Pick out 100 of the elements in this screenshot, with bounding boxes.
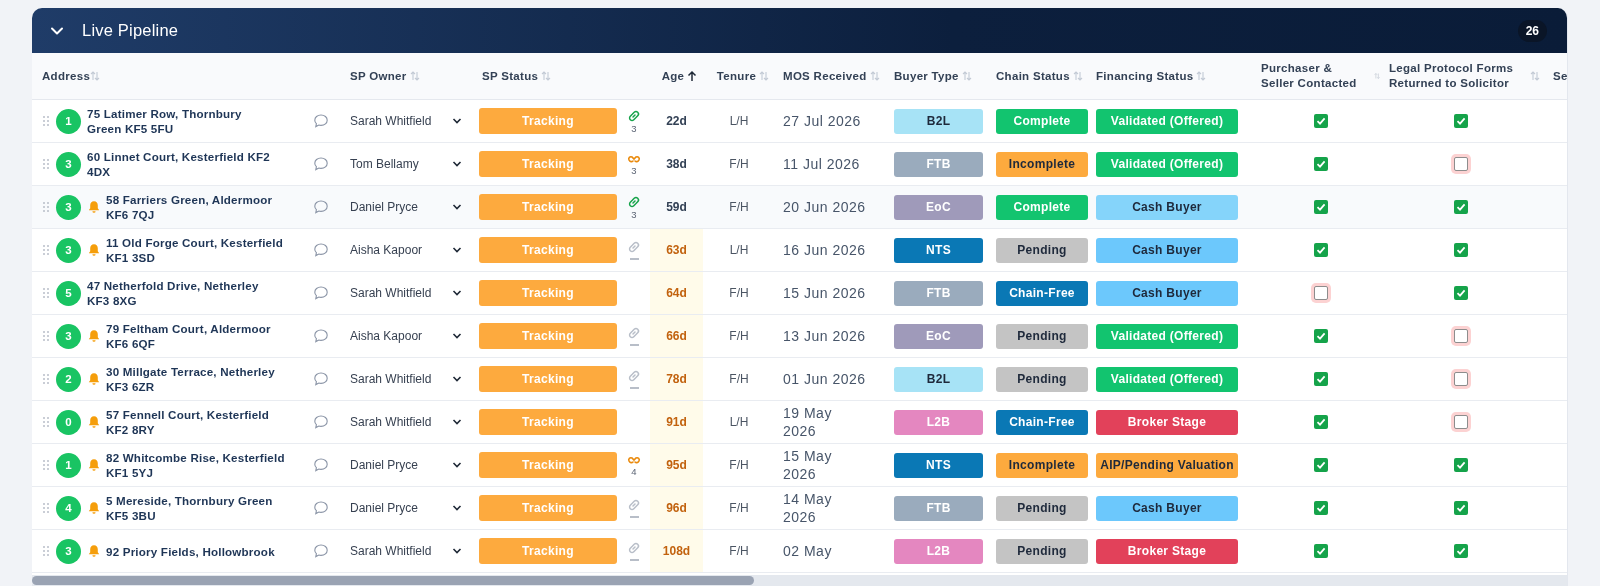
table-row[interactable]: 3 79 Feltham Court, Aldermoor KF6 6QF Aisha Kapoor Tracking 66d F/H 13 Jun 2026 EoC Pending Validated (Offered) <box>32 315 1567 358</box>
link-icon[interactable] <box>627 194 641 209</box>
checkbox[interactable] <box>1313 286 1328 300</box>
table-row[interactable]: 3 92 Priory Fields, Hollowbrook Sarah Whitfield Tracking 108d F/H 02 May L2B Pending Broker Stage <box>32 530 1567 573</box>
table-row[interactable]: 3 58 Farriers Green, Aldermoor KF6 7QJ Daniel Pryce Tracking 3 59d F/H 20 Jun 2026 EoC Complete Cash Buyer <box>32 186 1567 229</box>
checkbox[interactable] <box>1453 458 1468 472</box>
column-header[interactable]: Address <box>42 68 91 84</box>
address-text[interactable]: 92 Priory Fields, Hollowbrook <box>106 543 281 559</box>
sort-icon[interactable] <box>1196 70 1207 82</box>
checkbox[interactable] <box>1313 114 1328 128</box>
address-text[interactable]: 75 Latimer Row, Thornbury Green KF5 5FU <box>87 106 278 136</box>
chevron-icon[interactable] <box>452 245 462 255</box>
financing-status-badge[interactable]: AIP/Pending Valuation <box>1096 452 1238 478</box>
comment-icon[interactable] <box>313 156 329 172</box>
scrollbar-thumb[interactable] <box>32 576 754 585</box>
chain-status-badge[interactable]: Pending <box>996 538 1088 564</box>
drag-handle-icon[interactable] <box>42 416 50 428</box>
comment-icon[interactable] <box>313 457 329 473</box>
column-header[interactable]: Legal Protocol Forms Returned to Solicitor <box>1389 61 1523 91</box>
chain-status-badge[interactable]: Incomplete <box>996 151 1088 177</box>
chevron-icon[interactable] <box>452 503 462 513</box>
column-header[interactable]: Tenure <box>716 68 757 84</box>
chevron-icon[interactable] <box>452 460 462 470</box>
checkbox[interactable] <box>1453 286 1468 300</box>
buyer-type-badge[interactable]: B2L <box>894 108 983 134</box>
address-text[interactable]: 47 Netherfold Drive, Netherley KF3 8XG <box>87 278 278 308</box>
link-icon[interactable] <box>627 326 641 341</box>
address-text[interactable]: 79 Feltham Court, Aldermoor KF6 6QF <box>106 321 297 351</box>
comment-icon[interactable] <box>313 414 329 430</box>
checkbox[interactable] <box>1313 243 1328 257</box>
drag-handle-icon[interactable] <box>42 158 50 170</box>
sort-icon[interactable] <box>1072 70 1083 82</box>
sort-icon[interactable] <box>759 70 770 82</box>
checkbox[interactable] <box>1453 329 1468 343</box>
checkbox[interactable] <box>1453 501 1468 515</box>
owner-select[interactable]: Sarah Whitfield <box>350 114 462 128</box>
link-icon[interactable] <box>627 369 641 384</box>
address-text[interactable]: 82 Whitcombe Rise, Kesterfield KF1 5YJ <box>106 450 297 480</box>
sort-icon[interactable] <box>961 70 972 82</box>
checkbox[interactable] <box>1313 415 1328 429</box>
owner-select[interactable]: Sarah Whitfield <box>350 415 462 429</box>
address-text[interactable]: 30 Millgate Terrace, Netherley KF3 6ZR <box>106 364 297 394</box>
chevron-icon[interactable] <box>452 116 462 126</box>
address-text[interactable]: 11 Old Forge Court, Kesterfield KF1 3SD <box>106 235 297 265</box>
table-row[interactable]: 1 82 Whitcombe Rise, Kesterfield KF1 5YJ Daniel Pryce Tracking 4 95d F/H 15 May 2026 NTS Incomplete AIP/Pending Valuation <box>32 444 1567 487</box>
checkbox[interactable] <box>1313 372 1328 386</box>
buyer-type-badge[interactable]: NTS <box>894 237 983 263</box>
comment-icon[interactable] <box>313 543 329 559</box>
owner-select[interactable]: Sarah Whitfield <box>350 286 462 300</box>
chevron-icon[interactable] <box>452 331 462 341</box>
financing-status-badge[interactable]: Cash Buyer <box>1096 237 1238 263</box>
sort-icon[interactable] <box>409 70 420 82</box>
checkbox[interactable] <box>1453 544 1468 558</box>
chain-status-badge[interactable]: Pending <box>996 495 1088 521</box>
comment-icon[interactable] <box>313 328 329 344</box>
chain-status-badge[interactable]: Pending <box>996 366 1088 392</box>
chevron-icon[interactable] <box>452 417 462 427</box>
chain-status-badge[interactable]: Chain-Free <box>996 280 1088 306</box>
chevron-icon[interactable] <box>452 288 462 298</box>
drag-handle-icon[interactable] <box>42 545 50 557</box>
drag-handle-icon[interactable] <box>42 373 50 385</box>
chain-status-badge[interactable]: Chain-Free <box>996 409 1088 435</box>
sort-ascending-icon[interactable] <box>687 70 698 82</box>
buyer-type-badge[interactable]: NTS <box>894 452 983 478</box>
drag-handle-icon[interactable] <box>42 502 50 514</box>
drag-handle-icon[interactable] <box>42 330 50 342</box>
chain-status-badge[interactable]: Incomplete <box>996 452 1088 478</box>
address-text[interactable]: 60 Linnet Court, Kesterfield KF2 4DX <box>87 149 278 179</box>
table-row[interactable]: 4 5 Mereside, Thornbury Green KF5 3BU Daniel Pryce Tracking 96d F/H 14 May 2026 FTB Pending Cash Buyer <box>32 487 1567 530</box>
comment-icon[interactable] <box>313 500 329 516</box>
buyer-type-badge[interactable]: B2L <box>894 366 983 392</box>
owner-select[interactable]: Daniel Pryce <box>350 501 462 515</box>
checkbox[interactable] <box>1313 157 1328 171</box>
comment-icon[interactable] <box>313 199 329 215</box>
table-row[interactable]: 0 57 Fennell Court, Kesterfield KF2 8RY Sarah Whitfield Tracking 91d L/H 19 May 2026 L2B Chain-Free Broker Stage <box>32 401 1567 444</box>
sort-icon[interactable] <box>1530 70 1540 82</box>
column-header[interactable]: SP Status <box>482 68 539 84</box>
comment-icon[interactable] <box>313 242 329 258</box>
chevron-icon[interactable] <box>452 159 462 169</box>
column-header[interactable]: Buyer Type <box>894 68 959 84</box>
comment-icon[interactable] <box>313 113 329 129</box>
column-header[interactable]: Purchaser & Seller Contacted <box>1261 61 1367 91</box>
sort-icon[interactable] <box>541 70 552 82</box>
financing-status-badge[interactable]: Cash Buyer <box>1096 194 1238 220</box>
chevron-icon[interactable] <box>452 546 462 556</box>
owner-select[interactable]: Sarah Whitfield <box>350 372 462 386</box>
comment-icon[interactable] <box>313 371 329 387</box>
drag-handle-icon[interactable] <box>42 244 50 256</box>
sort-icon[interactable] <box>90 70 101 82</box>
financing-status-badge[interactable]: Cash Buyer <box>1096 280 1238 306</box>
checkbox[interactable] <box>1453 200 1468 214</box>
column-header[interactable]: Financing Status <box>1096 68 1194 84</box>
financing-status-badge[interactable]: Broker Stage <box>1096 538 1238 564</box>
link-icon[interactable] <box>627 541 641 556</box>
checkbox[interactable] <box>1313 329 1328 343</box>
owner-select[interactable]: Aisha Kapoor <box>350 329 462 343</box>
address-text[interactable]: 5 Mereside, Thornbury Green KF5 3BU <box>106 493 297 523</box>
comment-icon[interactable] <box>313 285 329 301</box>
checkbox[interactable] <box>1313 501 1328 515</box>
checkbox[interactable] <box>1313 200 1328 214</box>
